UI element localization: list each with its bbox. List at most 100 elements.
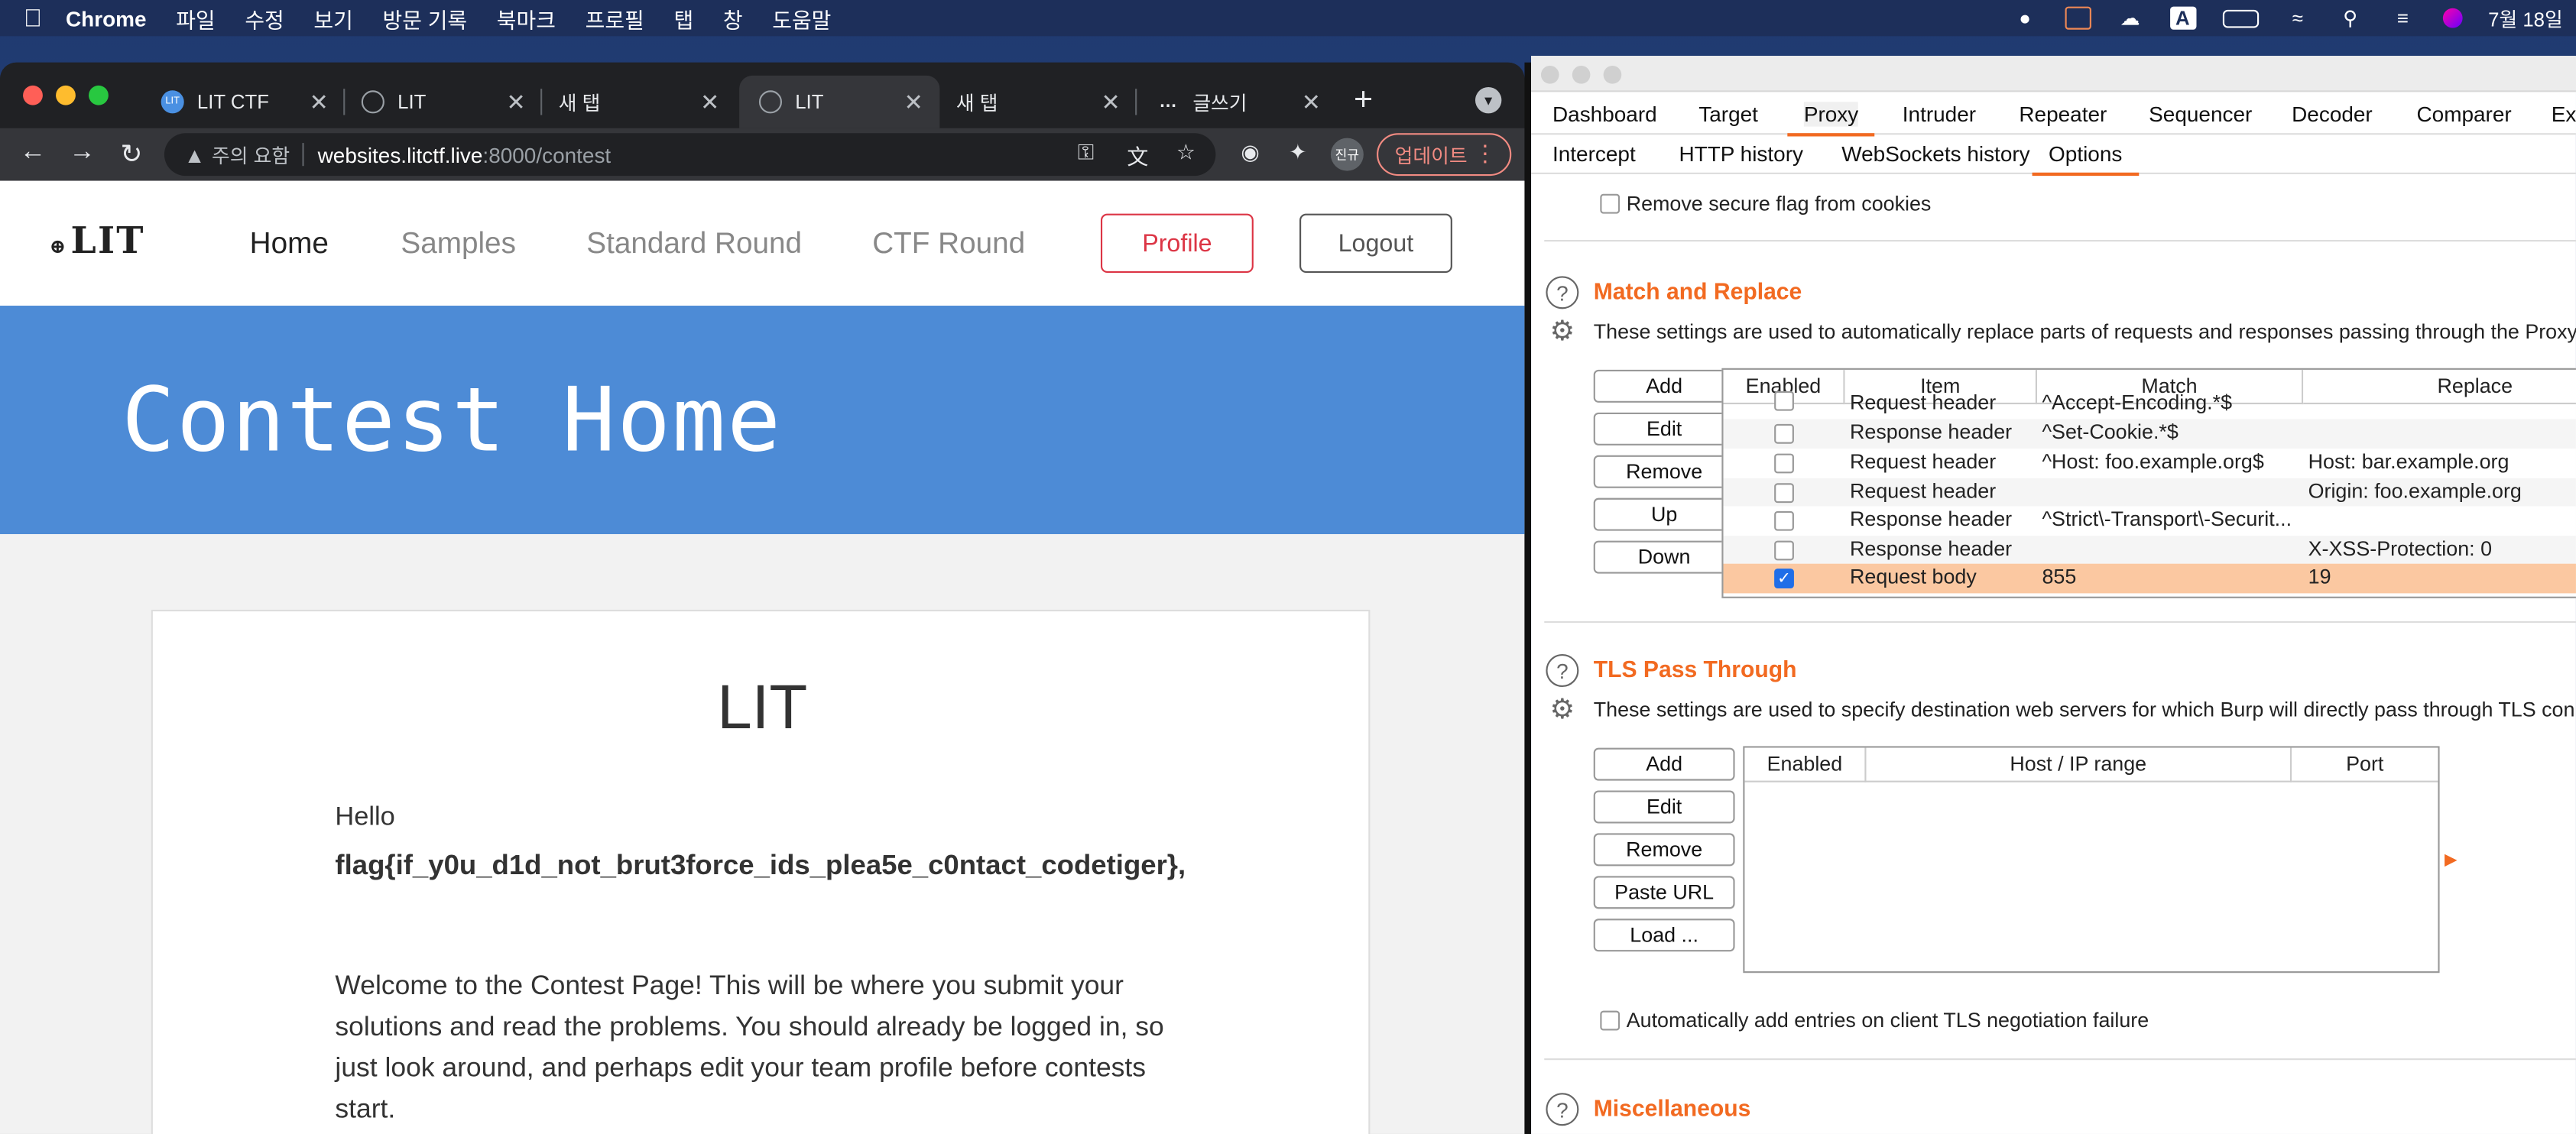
add-host-button[interactable]: Add <box>1593 747 1735 781</box>
menubar-item-profiles[interactable]: 프로필 <box>586 2 644 34</box>
browser-tab[interactable]: 새 탭 ✕ <box>936 76 1137 128</box>
tab-intercept[interactable]: Intercept <box>1552 141 1636 166</box>
reload-icon[interactable]: ↻ <box>115 138 148 171</box>
bookmark-star-icon[interactable]: ☆ <box>1176 140 1196 166</box>
minimize-window-icon[interactable] <box>56 85 76 105</box>
wifi-icon[interactable]: ≈ <box>2285 7 2311 30</box>
tab-search-icon[interactable]: ▼ <box>1475 86 1502 114</box>
profile-avatar[interactable]: 진규 <box>1330 138 1364 171</box>
browser-tab[interactable]: LIT LIT CTF ✕ <box>141 76 346 128</box>
gear-icon[interactable]: ⚙ <box>1546 694 1578 727</box>
close-window-icon[interactable] <box>1540 66 1559 84</box>
cookie-extension-icon[interactable]: ◉ <box>1235 140 1265 166</box>
edit-host-button[interactable]: Edit <box>1593 790 1735 824</box>
menubar-item-view[interactable]: 보기 <box>313 2 352 34</box>
back-icon[interactable]: ← <box>16 138 49 168</box>
rule-enabled-checkbox[interactable] <box>1774 511 1794 532</box>
browser-tab[interactable]: 새 탭 ✕ <box>539 76 736 128</box>
tab-intruder[interactable]: Intruder <box>1903 102 1976 126</box>
battery-icon[interactable] <box>2221 8 2259 28</box>
add-rule-button[interactable]: Add <box>1593 369 1735 403</box>
menubar-item-file[interactable]: 파일 <box>176 2 215 34</box>
browser-tab[interactable]: LIT ✕ <box>342 76 543 128</box>
logout-button[interactable]: Logout <box>1299 213 1452 274</box>
menubar-item-history[interactable]: 방문 기록 <box>383 2 468 34</box>
paste-url-button[interactable]: Paste URL <box>1593 876 1735 909</box>
menubar-item-edit[interactable]: 수정 <box>245 2 284 34</box>
minimize-window-icon[interactable] <box>1572 66 1591 84</box>
input-source-icon[interactable]: A <box>2169 6 2196 30</box>
rule-enabled-checkbox[interactable] <box>1774 540 1794 560</box>
edit-rule-button[interactable]: Edit <box>1593 412 1735 446</box>
column-header-host[interactable]: Host / IP range <box>1866 747 2292 782</box>
control-center-icon[interactable]: ≡ <box>2389 7 2415 30</box>
move-up-button[interactable]: Up <box>1593 497 1735 531</box>
rule-enabled-checkbox[interactable] <box>1774 453 1794 474</box>
auto-add-checkbox[interactable] <box>1600 1010 1621 1031</box>
nav-samples[interactable]: Samples <box>401 227 516 261</box>
warning-icon[interactable]: ▲ <box>184 142 206 167</box>
rule-enabled-checkbox-checked[interactable]: ✓ <box>1774 569 1794 589</box>
close-tab-icon[interactable]: ✕ <box>1302 89 1321 117</box>
update-button[interactable]: 업데이트 ⋮ <box>1377 133 1512 177</box>
weather-icon[interactable]: ☁ <box>2117 7 2143 30</box>
load-button[interactable]: Load ... <box>1593 919 1735 952</box>
menubar-clock[interactable]: 7월 18일 <box>2488 4 2563 32</box>
menubar-item-bookmarks[interactable]: 북마크 <box>497 2 556 34</box>
browser-tab-active[interactable]: LIT ✕ <box>739 75 940 128</box>
zoom-window-icon[interactable] <box>89 85 109 105</box>
extensions-puzzle-icon[interactable]: ✦ <box>1283 140 1313 166</box>
tab-websockets-history[interactable]: WebSockets history <box>1841 141 2029 166</box>
help-icon[interactable]: ? <box>1546 276 1579 309</box>
nav-standard-round[interactable]: Standard Round <box>586 227 802 261</box>
close-window-icon[interactable] <box>23 85 43 105</box>
table-row[interactable]: Request header Origin: foo.example.org <box>1723 477 2576 507</box>
menubar-item-window[interactable]: 창 <box>723 2 743 34</box>
remove-host-button[interactable]: Remove <box>1593 833 1735 867</box>
column-header-enabled[interactable]: Enabled <box>1744 747 1867 782</box>
rule-enabled-checkbox[interactable] <box>1774 390 1794 411</box>
tab-dashboard[interactable]: Dashboard <box>1552 102 1657 126</box>
tab-sequencer[interactable]: Sequencer <box>2149 102 2252 126</box>
nav-ctf-round[interactable]: CTF Round <box>872 227 1025 261</box>
key-icon[interactable]: ⚿ <box>1078 140 1094 166</box>
more-menu-icon[interactable]: ⋮ <box>1474 140 1497 168</box>
translate-icon[interactable]: 文 <box>1127 140 1148 171</box>
remove-secure-flag-checkbox[interactable] <box>1600 193 1621 214</box>
tab-options[interactable]: Options <box>2032 141 2139 177</box>
profile-button[interactable]: Profile <box>1100 213 1254 274</box>
tab-decoder[interactable]: Decoder <box>2292 102 2373 126</box>
rule-enabled-checkbox[interactable] <box>1774 423 1794 444</box>
tab-extender[interactable]: Ex <box>2552 102 2576 126</box>
tab-comparer[interactable]: Comparer <box>2416 102 2511 126</box>
expand-arrow-icon[interactable]: ▶ <box>2445 851 2458 870</box>
gear-icon[interactable]: ⚙ <box>1546 316 1578 348</box>
table-row[interactable]: Request header ^Host: foo.example.org$ H… <box>1724 449 2576 478</box>
tab-repeater[interactable]: Repeater <box>2019 102 2107 126</box>
tab-proxy[interactable]: Proxy <box>1787 102 1876 137</box>
tab-http-history[interactable]: HTTP history <box>1679 141 1802 166</box>
remove-rule-button[interactable]: Remove <box>1593 455 1735 488</box>
menubar-item-help[interactable]: 도움말 <box>772 2 831 34</box>
close-tab-icon[interactable]: ✕ <box>507 89 526 117</box>
close-tab-icon[interactable]: ✕ <box>1101 89 1121 117</box>
help-icon[interactable]: ? <box>1546 1093 1579 1126</box>
tab-target[interactable]: Target <box>1698 102 1758 126</box>
address-bar[interactable]: ▲ 주의 요함 websites.litctf.live :8000/conte… <box>164 133 1216 177</box>
site-logo[interactable]: ⊕ LIT <box>49 220 144 263</box>
browser-tab[interactable]: … 글쓰기 ✕ <box>1137 76 1337 128</box>
rule-enabled-checkbox[interactable] <box>1774 482 1794 503</box>
menubar-item-tab[interactable]: 탭 <box>673 2 693 34</box>
siri-icon[interactable] <box>2441 8 2462 28</box>
screen-share-icon[interactable] <box>2064 6 2091 30</box>
menubar-app-name[interactable]: Chrome <box>66 6 147 31</box>
new-tab-icon[interactable]: + <box>1354 83 1373 120</box>
help-icon[interactable]: ? <box>1546 653 1579 687</box>
column-header-port[interactable]: Port <box>2292 747 2438 782</box>
zoom-window-icon[interactable] <box>1603 66 1622 84</box>
close-tab-icon[interactable]: ✕ <box>700 89 719 117</box>
move-down-button[interactable]: Down <box>1593 540 1735 574</box>
table-row-selected[interactable]: ✓ Request body 855 19 <box>1723 564 2576 594</box>
close-tab-icon[interactable]: ✕ <box>310 89 329 117</box>
nav-home[interactable]: Home <box>250 227 329 261</box>
